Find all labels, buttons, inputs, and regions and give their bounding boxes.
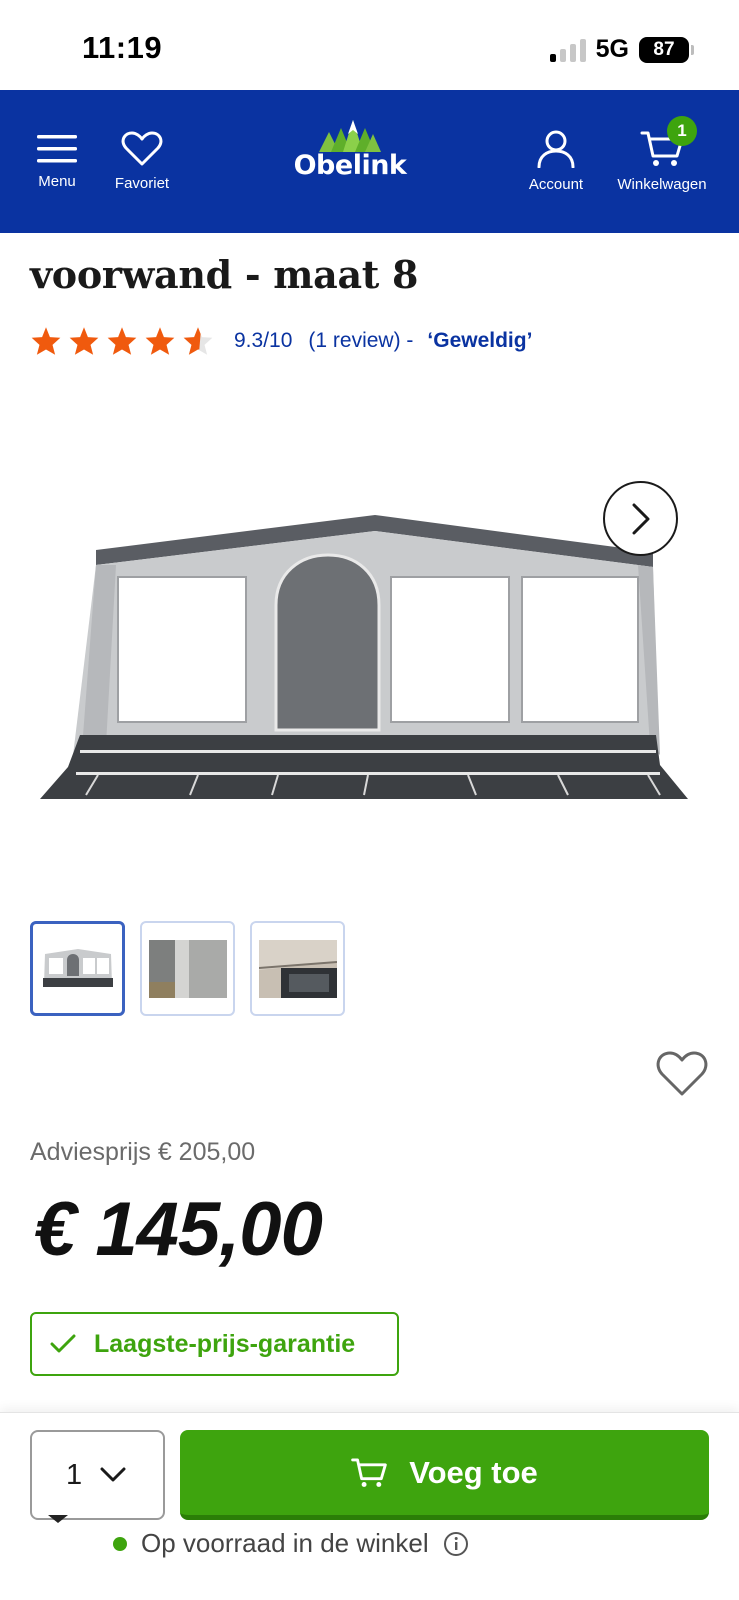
star-icon xyxy=(145,327,175,355)
heart-icon xyxy=(121,131,163,166)
signal-icon xyxy=(549,38,586,62)
stock-label: Op voorraad in de winkel xyxy=(141,1528,429,1558)
menu-button[interactable]: Menu xyxy=(30,90,84,233)
rating-quality: ‘Geweldig’ xyxy=(427,329,533,352)
quantity-value: 1 xyxy=(66,1458,83,1491)
info-icon[interactable] xyxy=(443,1531,469,1557)
tents-logo-icon xyxy=(319,120,381,152)
thumbnail-image xyxy=(42,949,113,987)
next-image-button[interactable] xyxy=(603,481,678,556)
star-icon xyxy=(107,327,137,355)
favorites-button[interactable]: Favoriet xyxy=(108,90,176,233)
account-label: Account xyxy=(528,176,584,193)
thumbnail[interactable] xyxy=(30,921,125,1016)
obelink-logo[interactable]: Obelink xyxy=(285,118,415,198)
rating-score: 9.3/10 xyxy=(234,329,293,352)
user-icon xyxy=(537,130,575,168)
cart-count-badge: 1 xyxy=(667,116,697,146)
status-indicators: 5G 87 xyxy=(549,35,694,64)
quantity-select[interactable]: 1 xyxy=(30,1430,165,1520)
menu-label: Menu xyxy=(38,173,76,190)
cart-button[interactable]: Winkelwagen 1 xyxy=(612,90,712,233)
network-type: 5G xyxy=(595,35,629,63)
product-image[interactable] xyxy=(28,495,708,835)
status-bar: 11:19 5G 87 xyxy=(0,0,739,90)
star-icon xyxy=(31,327,61,355)
guarantee-label: Laagste-prijs-garantie xyxy=(94,1329,356,1358)
caret-down-icon xyxy=(48,1515,68,1523)
lowest-price-guarantee[interactable]: Laagste-prijs-garantie xyxy=(30,1312,399,1376)
add-to-cart-button[interactable]: Voeg toe xyxy=(180,1430,709,1520)
stock-status: Op voorraad in de winkel xyxy=(113,1528,469,1559)
product-title: voorwand - maat 8 xyxy=(30,252,419,297)
thumbnail[interactable] xyxy=(250,921,345,1016)
site-header: Menu Favoriet Obelink Account Winkelwage… xyxy=(0,90,739,233)
stock-dot xyxy=(113,1536,127,1551)
checkmark-icon xyxy=(50,1334,76,1353)
logo-text: Obelink xyxy=(293,150,407,181)
cart-icon xyxy=(351,1457,387,1487)
advice-price: Adviesprijs € 205,00 xyxy=(30,1138,256,1166)
cart-label: Winkelwagen xyxy=(617,176,707,193)
add-to-cart-bar: 1 Voeg toe Op voorraad in de winkel xyxy=(0,1412,739,1600)
wishlist-heart-icon[interactable] xyxy=(656,1050,708,1098)
battery-icon: 87 xyxy=(639,36,694,63)
thumbnail-image xyxy=(258,939,337,998)
product-price: € 145,00 xyxy=(34,1187,323,1272)
review-count[interactable]: (1 review) - xyxy=(308,329,413,353)
chevron-right-icon xyxy=(632,503,649,534)
image-thumbnails xyxy=(30,921,345,1016)
add-to-cart-label: Voeg toe xyxy=(409,1454,538,1490)
product-rating[interactable]: 9.3/10 (1 review) - ‘Geweldig’ xyxy=(30,323,532,359)
rating-stars xyxy=(30,326,214,356)
thumbnail[interactable] xyxy=(140,921,235,1016)
hamburger-icon xyxy=(37,135,77,163)
account-button[interactable]: Account xyxy=(520,90,592,233)
star-icon xyxy=(69,327,99,355)
favorites-label: Favoriet xyxy=(114,175,170,192)
chevron-down-icon xyxy=(100,1467,126,1482)
status-time: 11:19 xyxy=(82,30,163,65)
half-star-icon xyxy=(183,327,213,355)
thumbnail-image xyxy=(148,939,227,998)
